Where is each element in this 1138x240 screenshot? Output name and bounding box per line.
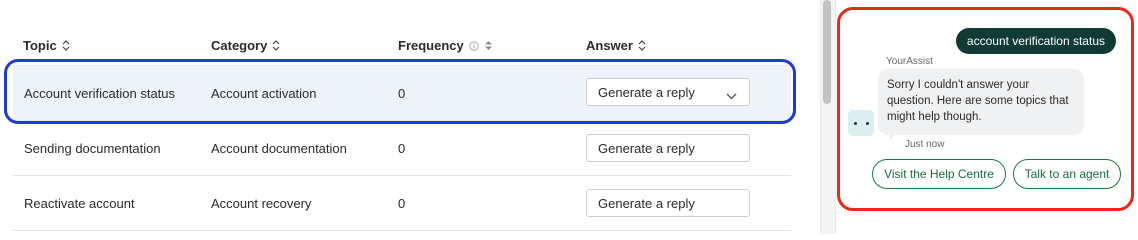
answer-select[interactable]: Generate a reply [586,134,750,162]
sort-updown-icon[interactable] [272,40,280,51]
visit-help-centre-button[interactable]: Visit the Help Centre [872,159,1006,189]
talk-to-agent-button[interactable]: Talk to an agent [1013,159,1121,189]
bot-eye-icon [865,121,869,125]
bot-avatar-icon [848,110,874,136]
column-header-frequency-label: Frequency [398,38,464,53]
scrollbar-thumb[interactable] [823,0,831,104]
column-header-answer-label: Answer [586,38,633,53]
bot-message-text: Sorry I couldn't answer your question. H… [887,79,1069,123]
user-message-bubble: account verification status [955,28,1116,54]
column-header-answer[interactable]: Answer [586,38,646,53]
answer-select[interactable]: Generate a reply [586,189,750,217]
row-topic: Sending documentation [24,141,161,156]
table-divider [13,230,791,231]
bot-bubble-tail [889,135,895,141]
column-header-category-label: Category [211,38,268,53]
bot-name: YourAssist [886,56,933,67]
row-frequency: 0 [398,141,406,156]
sort-filled-icon[interactable] [484,40,493,51]
column-header-frequency[interactable]: Frequency [398,38,493,53]
row-category: Account recovery [211,196,312,211]
message-timestamp: Just now [905,139,945,150]
column-header-category[interactable]: Category [211,38,280,53]
row-frequency: 0 [398,196,406,211]
sort-updown-icon[interactable] [638,40,646,51]
column-header-topic[interactable]: Topic [23,38,70,53]
row-topic: Reactivate account [24,196,135,211]
answer-select-value: Generate a reply [598,140,695,156]
info-icon[interactable] [469,40,479,51]
column-header-topic-label: Topic [23,38,57,53]
row-category: Account documentation [211,141,347,156]
bot-eye-icon [853,121,857,125]
sort-updown-icon[interactable] [62,40,70,51]
topics-table-panel: Topic Category Frequency Answer Account … [0,0,820,234]
bot-message-bubble: Sorry I couldn't answer your question. H… [878,69,1084,135]
row-highlight-outline [4,59,796,124]
answer-select-value: Generate a reply [598,195,695,211]
